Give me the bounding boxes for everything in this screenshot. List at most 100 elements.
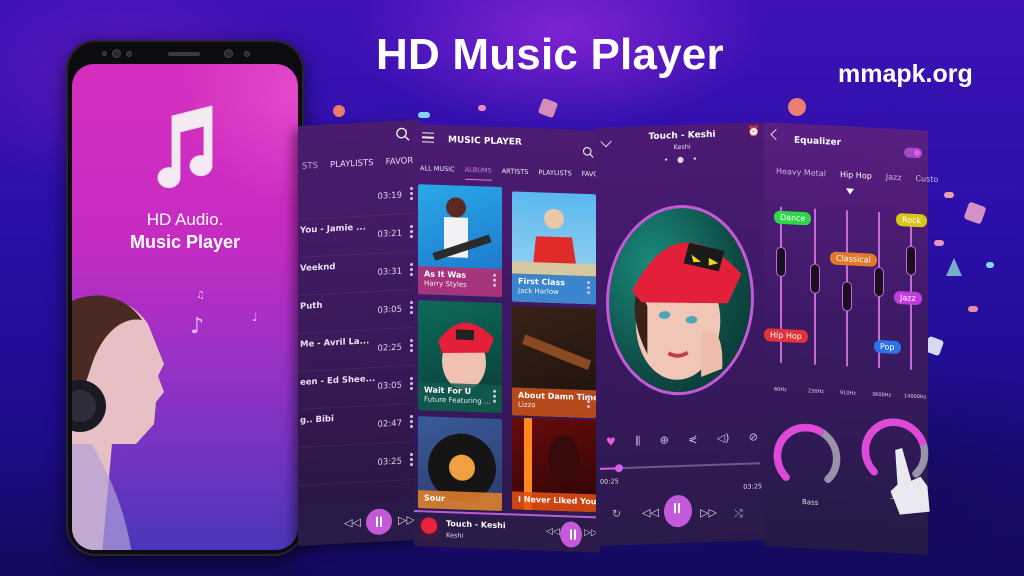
previous-icon[interactable]: ◁◁ bbox=[546, 527, 560, 537]
band-frequency-label: 60Hz bbox=[774, 386, 787, 394]
equalizer-icon[interactable]: ⫼ bbox=[635, 434, 640, 448]
album-artist: Future Featuring ... bbox=[424, 395, 491, 406]
tab-artists[interactable]: STS bbox=[302, 161, 318, 172]
splash-subtitle: HD Audio. bbox=[146, 210, 224, 229]
song-row[interactable]: Me - Avril La... 02:25 bbox=[298, 327, 420, 372]
pause-button[interactable] bbox=[560, 521, 582, 548]
band-slider-knob[interactable] bbox=[810, 263, 820, 295]
band-frequency-label: 910Hz bbox=[840, 389, 856, 397]
confetti bbox=[788, 98, 806, 116]
band-slider-knob[interactable] bbox=[776, 246, 786, 277]
confetti bbox=[934, 240, 944, 246]
album-artist: Jack Harlow bbox=[518, 286, 559, 297]
album-artist: Lizzo bbox=[518, 400, 536, 410]
genre-tag-jazz[interactable]: Jazz bbox=[894, 290, 922, 306]
dial-bass[interactable] bbox=[770, 418, 844, 496]
genre-tag-pop[interactable]: Pop bbox=[874, 339, 901, 355]
song-row[interactable]: Veeknd 03:31 bbox=[298, 251, 420, 296]
confetti bbox=[478, 105, 486, 111]
preset-custo[interactable]: Custo bbox=[915, 174, 938, 184]
band-slider-knob[interactable] bbox=[842, 280, 852, 312]
previous-icon[interactable]: ◁◁ bbox=[642, 506, 659, 520]
sensor bbox=[102, 51, 107, 56]
band-slider-knob[interactable] bbox=[906, 245, 916, 276]
pause-button[interactable] bbox=[664, 494, 692, 528]
song-duration: 03:31 bbox=[377, 266, 403, 278]
genre-tag-rock[interactable]: Rock bbox=[896, 212, 928, 228]
confetti bbox=[946, 258, 962, 276]
song-row[interactable]: 03:25 bbox=[298, 441, 420, 486]
woman-with-headphones-image bbox=[72, 295, 164, 550]
song-row[interactable]: 03:19 bbox=[298, 175, 420, 220]
equalizer-toggle[interactable] bbox=[904, 147, 922, 159]
seek-bar[interactable] bbox=[600, 462, 760, 473]
genre-tag-dance[interactable]: Dance bbox=[774, 210, 812, 226]
song-title: Veeknd bbox=[300, 262, 336, 274]
more-options-icon[interactable] bbox=[493, 389, 496, 405]
track-actions: ♥ ⫼ ⊕ ⋞ ◁) ⊘ bbox=[606, 430, 758, 449]
dial-fill bbox=[773, 423, 825, 481]
no-lyrics-icon[interactable]: ⊘ bbox=[749, 430, 758, 444]
hand-pointer-icon bbox=[890, 448, 930, 515]
tab-albums[interactable]: ALBUMS bbox=[464, 165, 492, 181]
back-icon[interactable] bbox=[770, 128, 782, 141]
album-card[interactable]: As It Was Harry Styles bbox=[418, 184, 502, 298]
tab-all-music[interactable]: ALL MUSIC bbox=[420, 164, 455, 179]
tab-playlists[interactable]: PLAYLISTS bbox=[330, 158, 374, 170]
front-camera bbox=[112, 49, 121, 58]
tab-favorites[interactable]: FAVOR bbox=[386, 156, 414, 167]
album-card[interactable]: About Damn Time Lizzo bbox=[512, 305, 596, 419]
song-row[interactable]: You - Jamie ... 03:21 bbox=[298, 213, 420, 258]
volume-icon[interactable]: ◁) bbox=[717, 431, 730, 445]
preset-tabs: Heavy Metal Hip Hop Jazz Custo bbox=[776, 167, 938, 185]
earpiece-speaker bbox=[168, 52, 200, 56]
song-row[interactable]: g.. Bibi 02:47 bbox=[298, 403, 420, 448]
next-icon[interactable]: ▷▷ bbox=[700, 506, 717, 520]
song-duration: 02:47 bbox=[377, 418, 403, 430]
seek-handle[interactable] bbox=[615, 464, 624, 473]
preset-hip-hop[interactable]: Hip Hop bbox=[840, 170, 872, 181]
album-artist: Harry Styles bbox=[424, 279, 467, 289]
add-icon[interactable]: ⊕ bbox=[660, 433, 669, 447]
more-options-icon[interactable] bbox=[587, 395, 590, 410]
previous-icon[interactable]: ◁◁ bbox=[344, 516, 361, 530]
album-card[interactable]: First Class Jack Harlow bbox=[512, 191, 596, 305]
genre-tag-hip-hop[interactable]: Hip Hop bbox=[764, 328, 808, 344]
more-options-icon[interactable] bbox=[493, 273, 496, 289]
confetti bbox=[333, 105, 345, 117]
shuffle-icon[interactable]: ⤮ bbox=[734, 507, 743, 521]
search-icon[interactable] bbox=[582, 146, 594, 158]
headline: HD Music Player bbox=[376, 30, 724, 79]
tab-playlists[interactable]: PLAYLISTS bbox=[538, 168, 571, 183]
song-title: g.. Bibi bbox=[300, 414, 334, 426]
song-duration: 03:19 bbox=[377, 190, 403, 202]
sleep-timer-icon[interactable]: ⏰ bbox=[748, 126, 760, 137]
dial-label: Bass bbox=[802, 497, 819, 507]
album-card[interactable]: I Never Liked You bbox=[512, 417, 596, 513]
preset-heavy-metal[interactable]: Heavy Metal bbox=[776, 167, 826, 179]
tab-artists[interactable]: ARTISTS bbox=[502, 167, 529, 182]
iris-scanner bbox=[224, 49, 233, 58]
repeat-icon[interactable]: ↻ bbox=[612, 507, 621, 520]
album-card[interactable]: Wait For U Future Featuring ... bbox=[418, 300, 502, 414]
confetti bbox=[963, 201, 987, 225]
song-title: You - Jamie ... bbox=[300, 222, 366, 236]
menu-icon[interactable] bbox=[422, 132, 434, 143]
band-slider-knob[interactable] bbox=[874, 266, 884, 298]
album-title: I Never Liked You bbox=[518, 494, 596, 507]
share-icon[interactable]: ⋞ bbox=[688, 432, 697, 446]
album-card[interactable]: Sour bbox=[418, 416, 502, 512]
next-icon[interactable]: ▷▷ bbox=[398, 513, 415, 527]
song-duration: 03:05 bbox=[377, 304, 403, 316]
search-icon[interactable] bbox=[395, 126, 410, 142]
song-row[interactable]: Puth 03:05 bbox=[298, 289, 420, 334]
song-row[interactable]: een - Ed Shee... 03:05 bbox=[298, 365, 420, 410]
mini-player-title: Touch - Keshi bbox=[446, 519, 506, 531]
genre-tag-classical[interactable]: Classical bbox=[830, 251, 877, 267]
pause-button[interactable] bbox=[366, 508, 392, 536]
song-title: een - Ed Shee... bbox=[300, 373, 376, 388]
preset-jazz[interactable]: Jazz bbox=[886, 172, 902, 182]
heart-icon[interactable]: ♥ bbox=[606, 435, 616, 449]
more-options-icon[interactable] bbox=[587, 281, 590, 296]
mini-player[interactable]: Touch - Keshi Keshi ◁◁ ▷▷ bbox=[414, 510, 600, 553]
